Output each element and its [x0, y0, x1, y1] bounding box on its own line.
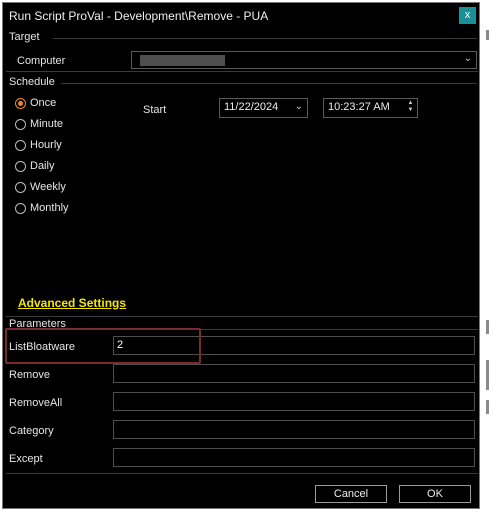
run-script-dialog: Run Script ProVal - Development\Remove -… [2, 2, 480, 509]
param-label: Category [9, 425, 54, 437]
ok-button[interactable]: OK [399, 485, 471, 503]
schedule-section-label: Schedule [9, 76, 55, 88]
time-spinner[interactable]: ▲ ▼ [406, 100, 415, 114]
param-row-except: Except [3, 448, 479, 470]
start-label: Start [143, 104, 167, 116]
divider [61, 83, 477, 84]
radio-unselected-icon [15, 119, 26, 130]
close-button[interactable]: x [459, 7, 476, 24]
divider [53, 38, 477, 39]
radio-unselected-icon [15, 140, 26, 151]
param-input-removeall[interactable] [113, 392, 475, 411]
param-label: Remove [9, 369, 50, 381]
param-label: RemoveAll [9, 397, 63, 409]
window-title: Run Script ProVal - Development\Remove -… [9, 9, 269, 23]
spin-down-icon[interactable]: ▼ [406, 107, 415, 114]
start-date-picker[interactable]: 11/22/2024 ⌄ [219, 98, 308, 118]
start-time-picker[interactable]: 10:23:27 AM ▲ ▼ [323, 98, 418, 118]
param-input-category[interactable] [113, 420, 475, 439]
highlight-box [5, 328, 201, 364]
redacted-computer-name [140, 55, 225, 66]
advanced-settings-link[interactable]: Advanced Settings [18, 296, 126, 310]
chevron-down-icon: ⌄ [463, 53, 472, 64]
divider [6, 316, 478, 317]
spin-up-icon[interactable]: ▲ [406, 100, 415, 107]
start-time-value: 10:23:27 AM [328, 101, 390, 113]
param-input-except[interactable] [113, 448, 475, 467]
computer-select[interactable]: ⌄ [131, 51, 477, 69]
computer-label: Computer [17, 55, 66, 67]
radio-unselected-icon [15, 161, 26, 172]
chevron-down-icon[interactable]: ⌄ [295, 101, 303, 112]
background-window-edge [481, 0, 489, 515]
radio-selected-icon [15, 98, 26, 109]
param-row-category: Category [3, 420, 479, 442]
target-section-label: Target [9, 31, 40, 43]
divider [6, 71, 478, 72]
cancel-button[interactable]: Cancel [315, 485, 387, 503]
param-input-remove[interactable] [113, 364, 475, 383]
start-date-value: 11/22/2024 [224, 101, 279, 113]
radio-unselected-icon [15, 182, 26, 193]
param-row-removeall: RemoveAll [3, 392, 479, 414]
param-row-remove: Remove [3, 364, 479, 386]
title-bar: Run Script ProVal - Development\Remove -… [3, 3, 479, 29]
radio-unselected-icon [15, 203, 26, 214]
param-label: Except [9, 453, 43, 465]
divider [6, 473, 478, 474]
